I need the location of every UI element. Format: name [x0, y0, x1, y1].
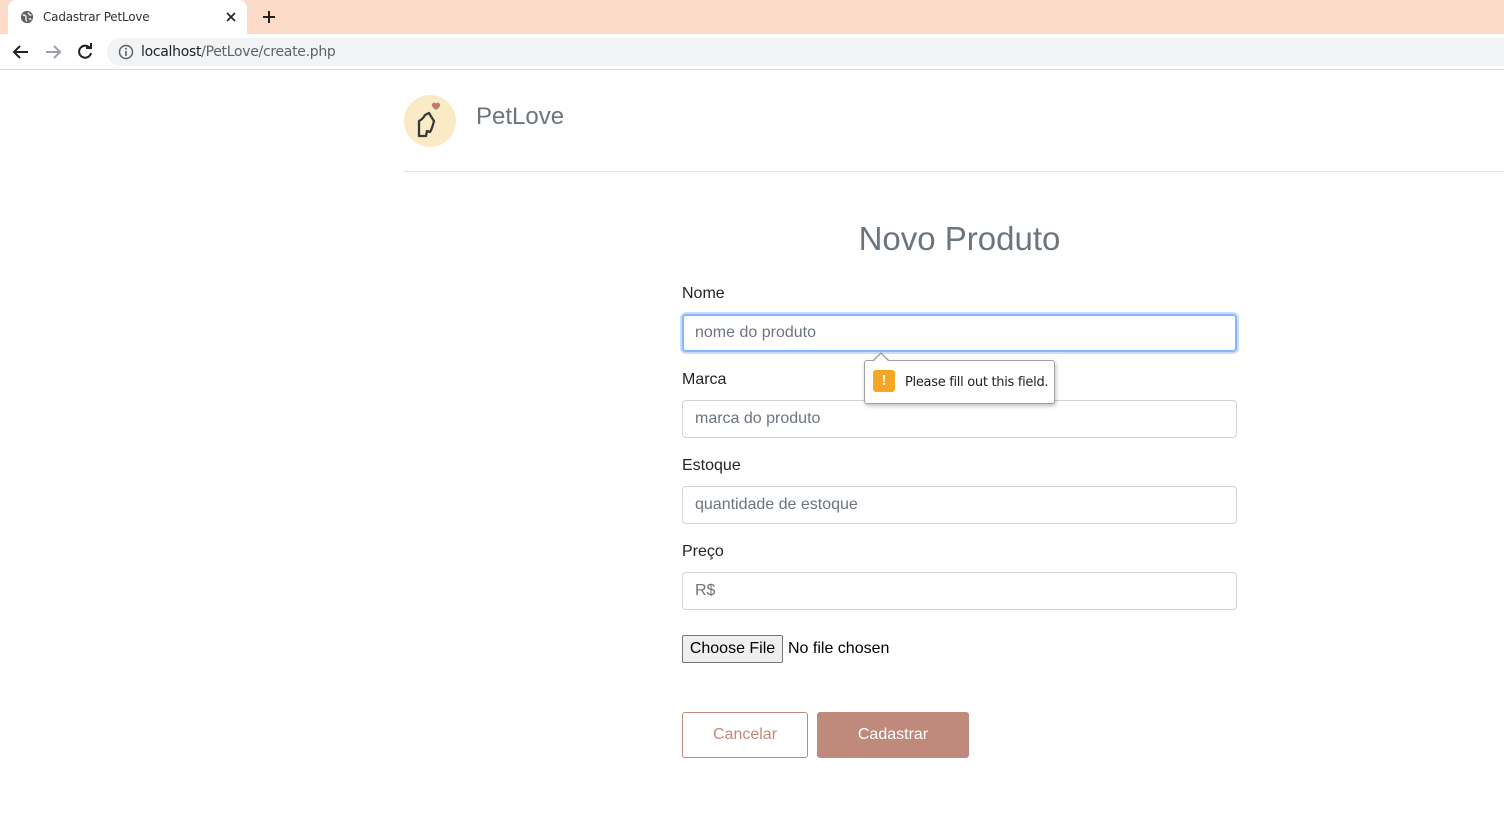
- url-text: localhost/PetLove/create.php: [141, 44, 336, 60]
- url-host: localhost: [141, 44, 202, 60]
- estoque-input[interactable]: [682, 486, 1237, 524]
- validation-tooltip: ! Please fill out this field.: [864, 360, 1055, 404]
- info-icon[interactable]: [118, 44, 134, 60]
- brand-name[interactable]: PetLove: [476, 103, 564, 131]
- validation-message: Please fill out this field.: [905, 375, 1049, 390]
- marca-input[interactable]: [682, 400, 1237, 438]
- plus-icon[interactable]: [260, 8, 278, 26]
- nome-input[interactable]: [682, 314, 1237, 352]
- preco-label: Preço: [682, 543, 724, 560]
- tooltip-arrow-fill: [873, 354, 889, 362]
- estoque-label: Estoque: [682, 457, 741, 474]
- address-bar[interactable]: localhost/PetLove/create.php: [107, 38, 1504, 66]
- marca-label: Marca: [682, 371, 727, 388]
- pet-heart-logo-icon: [417, 102, 441, 138]
- file-status: No file chosen: [788, 640, 890, 657]
- header-divider: [404, 171, 1504, 172]
- choose-file-button[interactable]: Choose File: [682, 635, 783, 663]
- browser-toolbar: localhost/PetLove/create.php: [0, 34, 1504, 70]
- browser-tab[interactable]: Cadastrar PetLove: [8, 0, 247, 34]
- back-arrow-icon[interactable]: [11, 42, 31, 62]
- nome-label: Nome: [682, 285, 725, 302]
- brand-logo[interactable]: [404, 95, 456, 147]
- browser-tabstrip: Cadastrar PetLove: [0, 0, 1504, 34]
- warning-icon: !: [873, 370, 895, 392]
- reload-icon[interactable]: [75, 42, 95, 62]
- globe-icon: [20, 10, 34, 24]
- page-title: Novo Produto: [858, 220, 1061, 257]
- preco-input[interactable]: [682, 572, 1237, 610]
- forward-arrow-icon[interactable]: [43, 42, 63, 62]
- cancel-button[interactable]: Cancelar: [682, 712, 808, 758]
- submit-button[interactable]: Cadastrar: [817, 712, 969, 758]
- tab-title: Cadastrar PetLove: [43, 10, 150, 24]
- url-path: /PetLove/create.php: [201, 44, 336, 60]
- close-icon[interactable]: [223, 9, 239, 25]
